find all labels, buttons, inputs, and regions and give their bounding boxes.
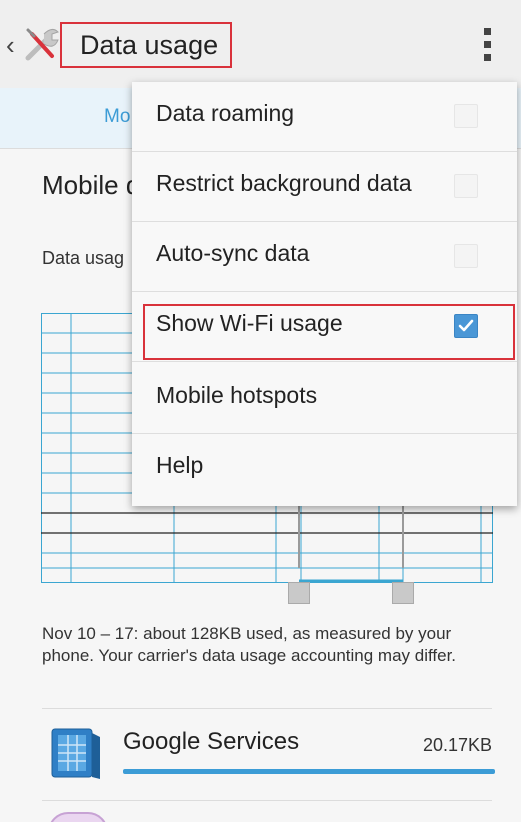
menu-item-help[interactable]: Help [132, 434, 517, 504]
auto-sync-data-checkbox[interactable] [454, 244, 478, 268]
app-data-size: 20.17KB [422, 735, 492, 755]
overflow-menu: Data roaming Restrict background data Au… [132, 82, 517, 506]
show-wifi-usage-checkbox[interactable] [454, 314, 478, 338]
cycle-end-handle[interactable] [392, 582, 414, 604]
screen: ‹ Data usage Mo Mobile d Data usag Nov 1… [0, 0, 521, 822]
menu-item-show-wifi-usage[interactable]: Show Wi-Fi usage [132, 292, 517, 362]
next-app-icon [48, 812, 108, 822]
menu-item-label: Help [156, 452, 204, 478]
page-title: Data usage [80, 30, 219, 60]
app-name[interactable]: Google Services [123, 728, 299, 756]
data-usage-cycle-label: Data usag [42, 248, 125, 268]
divider [42, 800, 492, 801]
google-services-icon [51, 728, 100, 779]
menu-item-label: Data roaming [156, 100, 295, 126]
menu-item-label: Auto-sync data [156, 240, 310, 266]
menu-item-label: Mobile hotspots [156, 382, 318, 408]
checkmark-icon [458, 319, 474, 332]
more-vert-icon[interactable] [478, 26, 498, 64]
usage-summary: Nov 10 – 17: about 128KB used, as measur… [42, 624, 457, 665]
menu-item-restrict-background-data[interactable]: Restrict background data [132, 152, 517, 222]
menu-item-mobile-hotspots[interactable]: Mobile hotspots [132, 364, 517, 434]
divider [42, 708, 492, 709]
menu-item-auto-sync-data[interactable]: Auto-sync data [132, 222, 517, 292]
settings-wrench-icon[interactable] [22, 24, 62, 64]
menu-item-label: Show Wi-Fi usage [156, 310, 343, 336]
action-bar: ‹ Data usage [0, 0, 521, 89]
app-usage-bar [123, 769, 495, 774]
menu-item-label: Restrict background data [156, 170, 412, 196]
back-chevron-icon[interactable]: ‹ [6, 30, 15, 60]
mobile-data-label: Mobile d [42, 170, 141, 200]
menu-item-data-roaming[interactable]: Data roaming [132, 82, 517, 152]
data-roaming-checkbox[interactable] [454, 104, 478, 128]
cycle-start-handle[interactable] [288, 582, 310, 604]
restrict-background-data-checkbox[interactable] [454, 174, 478, 198]
tab-mobile[interactable]: Mo [104, 106, 130, 128]
